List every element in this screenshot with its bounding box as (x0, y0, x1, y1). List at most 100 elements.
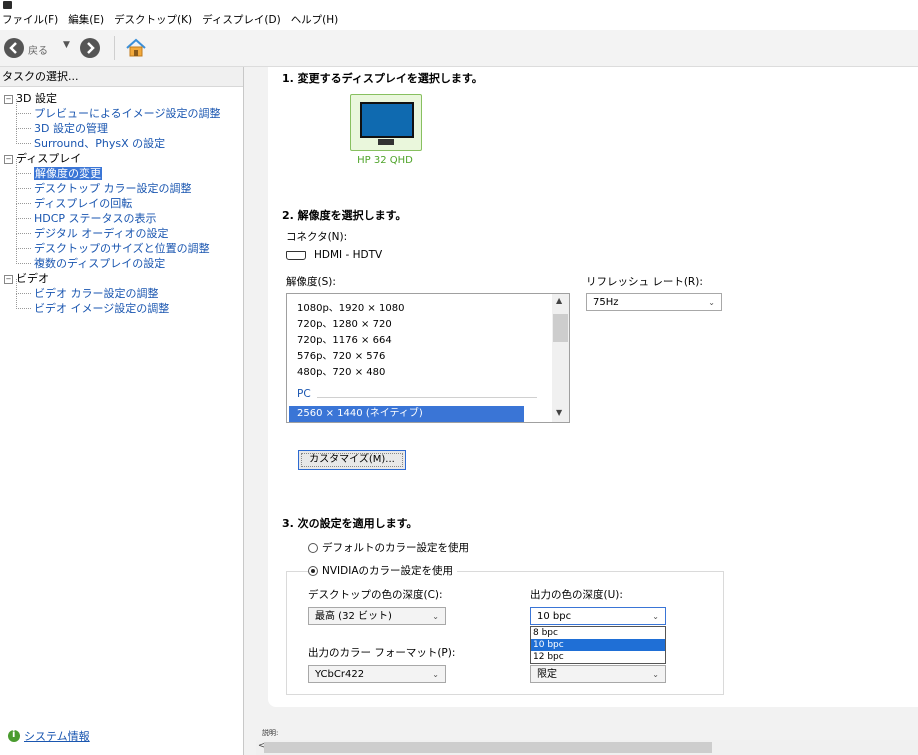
output-range-value: 限定 (537, 669, 557, 680)
tree-label: ビデオ カラー設定の調整 (34, 287, 159, 300)
back-button[interactable] (4, 38, 24, 58)
chevron-down-icon: ⌄ (652, 670, 659, 679)
collapse-icon[interactable]: − (4, 275, 13, 284)
menu-bar: ファイル(F) 編集(E) デスクトップ(K) ディスプレイ(D) ヘルプ(H) (0, 0, 918, 30)
list-item[interactable]: 720p、1176 × 664 (297, 333, 392, 349)
tree-item-video[interactable]: − ビデオ (4, 271, 240, 286)
system-info-link[interactable]: システム情報 (24, 728, 90, 744)
tree-item-hdcp-status[interactable]: HDCP ステータスの表示 (4, 204, 240, 226)
tree-item-surround-physx[interactable]: Surround、PhysX の設定 (4, 129, 240, 151)
tree-item-manage-3d[interactable]: 3D 設定の管理 (4, 114, 240, 136)
scroll-down-icon[interactable]: ▼ (556, 408, 562, 417)
tree-label: ディスプレイの回転 (34, 197, 133, 210)
list-scrollbar[interactable]: ▲ ▼ (552, 294, 569, 422)
output-format-value: YCbCr422 (315, 669, 365, 680)
tree-item-video-image[interactable]: ビデオ イメージ設定の調整 (4, 294, 240, 316)
tree-label: Surround、PhysX の設定 (34, 137, 166, 150)
monitor-tile[interactable] (350, 94, 422, 151)
main-panel: 1. 変更するディスプレイを選択します。 HP 32 QHD 2. 解像度を選択… (244, 67, 918, 755)
refresh-rate-value: 75Hz (593, 297, 619, 308)
back-label[interactable]: 戻る (28, 42, 48, 57)
output-depth-dropdown[interactable]: 8 bpc 10 bpc 12 bpc (530, 626, 666, 664)
menu-edit[interactable]: 編集(E) (68, 12, 104, 27)
resolution-list[interactable]: 1080p、1920 × 1080 720p、1280 × 720 720p、1… (286, 293, 570, 423)
list-item-selected[interactable]: 2560 × 1440 (ネイティブ) (289, 406, 524, 422)
hdmi-icon (286, 250, 306, 260)
list-item[interactable]: 720p、1280 × 720 (297, 317, 392, 333)
output-depth-select[interactable]: 10 bpc ⌄ (530, 607, 666, 625)
tree-item-3d-settings[interactable]: −3D 設定 (4, 91, 240, 106)
history-dropdown-icon[interactable]: ▼ (63, 40, 70, 50)
toolbar: 戻る ▼ (0, 30, 918, 67)
chevron-down-icon: ⌄ (432, 612, 439, 621)
desktop-depth-label: デスクトップの色の深度(C): (308, 589, 443, 601)
tree-label: ビデオ イメージ設定の調整 (34, 302, 170, 315)
toolbar-separator (114, 36, 115, 60)
info-icon (8, 729, 20, 742)
tree-label: 3D 設定の管理 (34, 122, 108, 135)
scroll-up-icon[interactable]: ▲ (556, 296, 562, 305)
desktop-depth-select[interactable]: 最高 (32 ビット) ⌄ (308, 607, 446, 625)
section2-title: 2. 解像度を選択します。 (282, 209, 407, 222)
menu-display[interactable]: ディスプレイ(D) (202, 12, 281, 27)
tree-item-change-resolution[interactable]: 解像度の変更 (4, 159, 240, 181)
list-item[interactable]: 1080p、1920 × 1080 (297, 301, 404, 317)
customize-button[interactable]: カスタマイズ(M)... (298, 450, 406, 470)
output-depth-label: 出力の色の深度(U): (530, 589, 623, 601)
connector-text: HDMI - HDTV (314, 249, 383, 261)
menu-file[interactable]: ファイル(F) (2, 12, 58, 27)
list-group-pc: PC (297, 388, 311, 400)
tree-label: HDCP ステータスの表示 (34, 212, 157, 225)
tree-item-desktop-size[interactable]: デスクトップのサイズと位置の調整 (4, 234, 240, 256)
tree-item-digital-audio[interactable]: デジタル オーディオの設定 (4, 219, 240, 241)
back-arrow-icon (9, 42, 17, 54)
tree-item-video-color[interactable]: ビデオ カラー設定の調整 (4, 279, 240, 301)
tree-item-display[interactable]: − ディスプレイ (4, 151, 240, 166)
group-divider (317, 397, 537, 398)
tree-item-rotate-display[interactable]: ディスプレイの回転 (4, 189, 240, 211)
radio-default-label: デフォルトのカラー設定を使用 (322, 542, 469, 554)
tree-label: デスクトップ カラー設定の調整 (34, 182, 192, 195)
monitor-label: HP 32 QHD (357, 155, 413, 166)
connector-value: HDMI - HDTV (286, 249, 382, 261)
home-icon (126, 38, 146, 57)
resolution-label: 解像度(S): (286, 276, 336, 288)
content-area: 1. 変更するディスプレイを選択します。 HP 32 QHD 2. 解像度を選択… (268, 67, 918, 707)
menu-desktop[interactable]: デスクトップ(K) (114, 12, 192, 27)
refresh-rate-select[interactable]: 75Hz ⌄ (586, 293, 722, 311)
output-depth-value: 10 bpc (537, 611, 572, 622)
collapse-icon[interactable]: − (4, 155, 13, 164)
scroll-thumb[interactable] (553, 314, 568, 342)
monitor-stand (378, 139, 394, 145)
home-button[interactable] (124, 36, 148, 60)
description-label: 説明: (262, 729, 279, 737)
list-item[interactable]: 576p、720 × 576 (297, 349, 385, 365)
tree-label: 解像度の変更 (34, 167, 102, 180)
chevron-down-icon: ⌄ (432, 670, 439, 679)
collapse-icon[interactable]: − (4, 95, 13, 104)
tree-item-multiple-displays[interactable]: 複数のディスプレイの設定 (4, 249, 240, 271)
task-tree: −3D 設定 プレビューによるイメージ設定の調整 3D 設定の管理 Surrou… (4, 91, 240, 316)
forward-button[interactable] (80, 38, 100, 58)
scroll-thumb[interactable] (264, 742, 712, 753)
dropdown-option[interactable]: 12 bpc (531, 651, 665, 663)
list-item[interactable]: 480p、720 × 480 (297, 365, 385, 381)
forward-arrow-icon (87, 42, 95, 54)
radio-circle[interactable] (308, 542, 318, 553)
output-format-select[interactable]: YCbCr422 ⌄ (308, 665, 446, 683)
app-icon[interactable] (3, 1, 12, 9)
menu-help[interactable]: ヘルプ(H) (291, 12, 339, 27)
radio-nvidia-color[interactable]: NVIDIAのカラー設定を使用 (308, 563, 457, 578)
dropdown-option-highlighted[interactable]: 10 bpc (531, 639, 665, 651)
tree-item-desktop-color[interactable]: デスクトップ カラー設定の調整 (4, 174, 240, 196)
radio-default-color[interactable]: デフォルトのカラー設定を使用 (308, 540, 469, 555)
chevron-down-icon: ⌄ (708, 298, 715, 307)
horizontal-scrollbar[interactable]: < (256, 740, 918, 755)
radio-nvidia-label: NVIDIAのカラー設定を使用 (322, 565, 453, 577)
tree-label: デジタル オーディオの設定 (34, 227, 169, 240)
radio-circle[interactable] (308, 565, 318, 576)
output-range-select[interactable]: 限定 ⌄ (530, 665, 666, 683)
task-panel: タスクの選択... −3D 設定 プレビューによるイメージ設定の調整 3D 設定… (0, 67, 244, 755)
dropdown-option[interactable]: 8 bpc (531, 627, 665, 639)
tree-item-preview-image[interactable]: プレビューによるイメージ設定の調整 (4, 99, 240, 121)
